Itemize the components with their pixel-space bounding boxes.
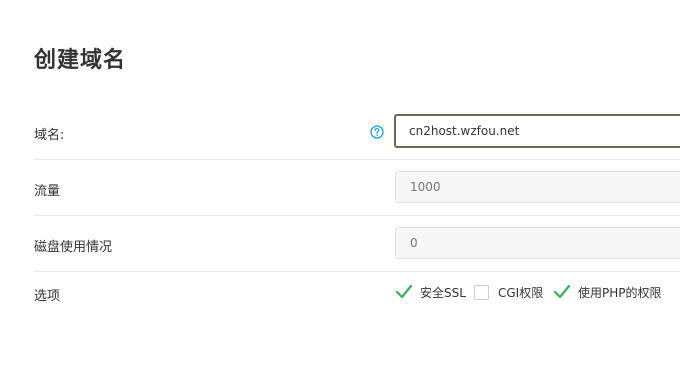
option-cgi[interactable]: CGI权限 [474, 284, 543, 301]
traffic-input[interactable] [395, 171, 680, 203]
check-icon [553, 284, 571, 299]
option-ssl[interactable]: 安全SSL [395, 284, 466, 301]
row-divider [34, 215, 680, 216]
disk-usage-input[interactable] [395, 227, 680, 259]
option-ssl-label: 安全SSL [420, 286, 466, 300]
traffic-label: 流量 [34, 184, 61, 199]
option-php[interactable]: 使用PHP的权限 [553, 284, 662, 301]
domain-label: 域名: [34, 128, 65, 143]
domain-input[interactable] [394, 114, 680, 148]
checkbox-unchecked[interactable] [474, 285, 489, 300]
checkbox-checked[interactable] [553, 284, 571, 300]
disk-usage-label: 磁盘使用情况 [34, 240, 113, 255]
question-circle-icon[interactable] [370, 124, 384, 139]
row-divider [34, 159, 680, 160]
page-title: 创建域名 [34, 48, 127, 73]
checkbox-checked[interactable] [395, 284, 413, 300]
options-label: 选项 [34, 289, 61, 304]
option-php-label: 使用PHP的权限 [578, 286, 662, 300]
row-divider [34, 271, 680, 272]
option-cgi-label: CGI权限 [498, 286, 544, 300]
check-icon [395, 284, 413, 299]
